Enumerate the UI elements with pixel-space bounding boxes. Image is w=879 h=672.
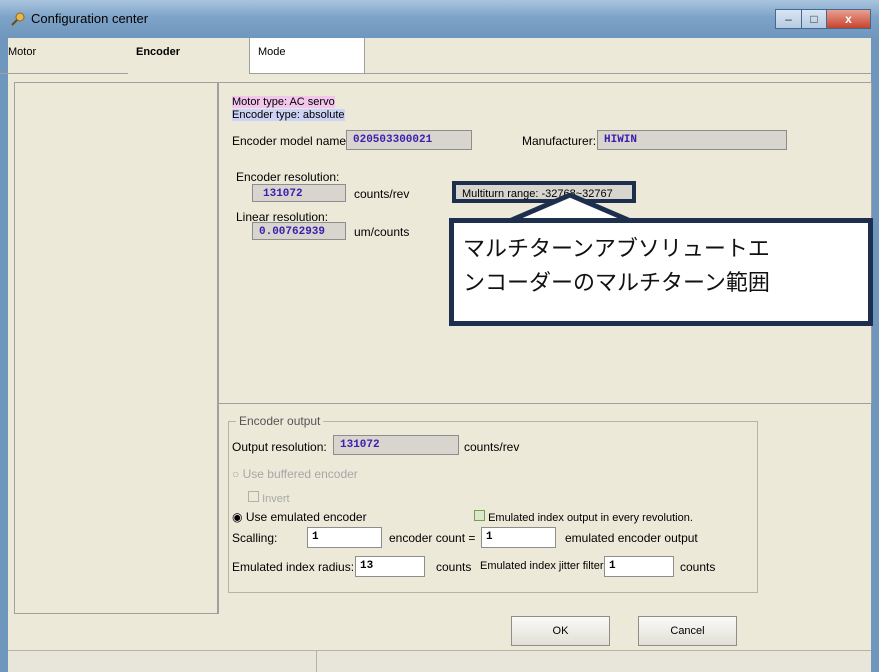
- jitter-filter-label: Emulated index jitter filter:: [480, 560, 607, 572]
- window-controls: – □ x: [775, 9, 871, 29]
- window-title: Configuration center: [31, 11, 149, 26]
- encoder-resolution-label: Encoder resolution:: [236, 170, 340, 184]
- tab-encoder[interactable]: Encoder: [128, 38, 248, 74]
- jitter-filter-input[interactable]: 1: [604, 556, 674, 577]
- emulated-output-label: emulated encoder output: [565, 531, 698, 545]
- app-icon: [11, 12, 25, 26]
- buffered-encoder-label: Use buffered encoder: [242, 467, 358, 481]
- output-resolution-unit: counts/rev: [464, 440, 520, 454]
- radio-selected-icon: ◉: [232, 510, 243, 524]
- encoder-resolution-unit: counts/rev: [354, 187, 410, 201]
- tab-motor[interactable]: Motor: [0, 38, 128, 74]
- index-radius-unit: counts: [436, 560, 472, 574]
- emulated-encoder-radio[interactable]: ◉ Use emulated encoder: [232, 510, 367, 524]
- encoder-model-label: Encoder model name:: [232, 134, 350, 148]
- emulated-encoder-label: Use emulated encoder: [245, 510, 367, 524]
- encoder-count-label: encoder count =: [389, 531, 476, 545]
- maximize-button[interactable]: □: [801, 9, 827, 29]
- motor-type-label: Motor type: AC servo: [232, 96, 335, 108]
- left-panel: [14, 82, 218, 614]
- encoder-count-input[interactable]: 1: [481, 527, 556, 548]
- linear-resolution-unit: um/counts: [354, 225, 410, 239]
- minimize-button[interactable]: –: [775, 9, 802, 29]
- checkbox-icon: [248, 491, 259, 502]
- annotation-callout: マルチターンアブソリュートエ ンコーダーのマルチターン範囲: [449, 218, 873, 326]
- linear-resolution-field: 0.00762939: [252, 222, 346, 240]
- encoder-resolution-field: 131072: [252, 184, 346, 202]
- index-every-rev-label: Emulated index output in every revolutio…: [488, 512, 693, 524]
- scalling-label: Scalling:: [232, 531, 278, 545]
- encoder-type-label: Encoder type: absolute: [232, 109, 345, 121]
- invert-label: Invert: [262, 493, 290, 505]
- manufacturer-label: Manufacturer:: [522, 134, 597, 148]
- tab-mode[interactable]: Mode: [249, 38, 365, 74]
- radio-empty-icon: ○: [232, 467, 240, 481]
- close-button[interactable]: x: [826, 9, 871, 29]
- invert-checkbox[interactable]: Invert: [248, 491, 290, 505]
- status-divider: [316, 651, 317, 672]
- output-resolution-label: Output resolution:: [232, 440, 327, 454]
- index-radius-input[interactable]: 13: [355, 556, 425, 577]
- ok-button[interactable]: OK: [511, 616, 610, 646]
- tab-divider: [365, 73, 871, 74]
- encoder-output-title: Encoder output: [236, 414, 324, 428]
- callout-line-1: マルチターンアブソリュートエ: [463, 237, 770, 262]
- cancel-button[interactable]: Cancel: [638, 616, 737, 646]
- output-resolution-field: 131072: [333, 435, 459, 455]
- index-radius-label: Emulated index radius:: [232, 560, 355, 574]
- index-every-rev-checkbox[interactable]: Emulated index output in every revolutio…: [474, 510, 693, 524]
- encoder-model-field: 020503300021: [346, 130, 472, 150]
- buffered-encoder-radio[interactable]: ○ Use buffered encoder: [232, 467, 358, 481]
- jitter-filter-unit: counts: [680, 560, 716, 574]
- scalling-input[interactable]: 1: [307, 527, 382, 548]
- callout-line-2: ンコーダーのマルチターン範囲: [463, 271, 770, 296]
- checkbox-icon: [474, 510, 485, 521]
- manufacturer-field: HIWIN: [597, 130, 787, 150]
- status-bar: [8, 650, 871, 672]
